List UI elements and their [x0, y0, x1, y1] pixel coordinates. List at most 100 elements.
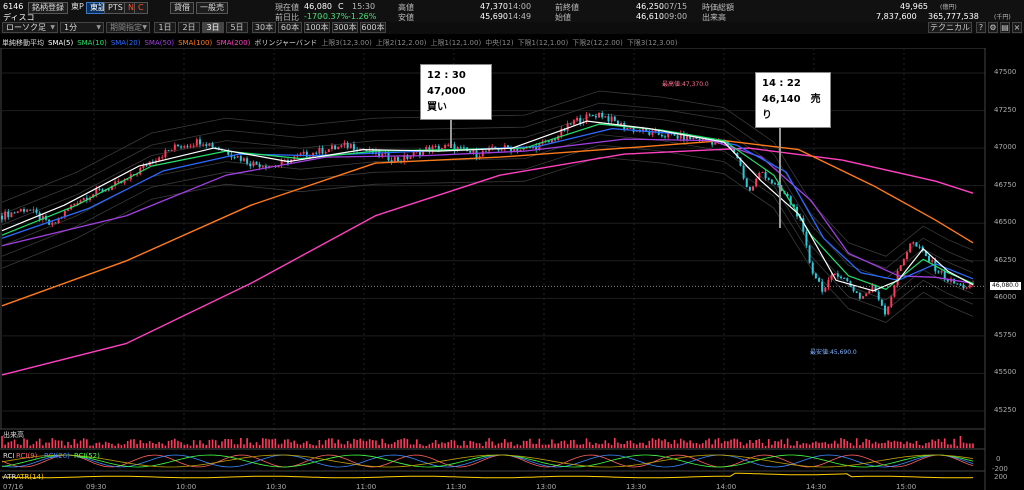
volume-bar: [950, 444, 952, 448]
candle-body: [327, 149, 330, 153]
y-tick-label: 46000: [994, 293, 1017, 302]
technical-button[interactable]: テクニカル: [928, 22, 972, 33]
candle-body: [409, 156, 412, 159]
range-300bars[interactable]: 300本: [332, 22, 358, 33]
volume-bar: [874, 441, 877, 448]
volume-bar: [849, 442, 852, 448]
volume-bar: [145, 443, 148, 448]
volume-bar: [626, 440, 629, 448]
volume-bar: [510, 441, 512, 448]
volume-bar: [887, 440, 889, 448]
price-chart[interactable]: [0, 48, 1024, 490]
volume-bar: [67, 441, 69, 448]
change-percent-2: -1.26%: [348, 12, 377, 21]
candle-body: [205, 144, 208, 146]
legend-item-12: 下限1(12,1.00): [517, 39, 569, 47]
atr-line: [1, 472, 974, 479]
print-icon[interactable]: ▤: [1000, 22, 1010, 33]
range-2day[interactable]: 2日: [178, 22, 200, 33]
volume-bar: [233, 444, 236, 448]
close-icon[interactable]: ×: [1012, 22, 1022, 33]
volume-bar: [38, 438, 41, 448]
help-icon[interactable]: ?: [976, 22, 986, 33]
volume-bar: [494, 445, 497, 448]
volume-bar: [92, 445, 94, 448]
legend-item-10: 上限1(12,1.00): [430, 39, 482, 47]
volume-bar: [227, 439, 230, 448]
volume-bar: [802, 442, 805, 448]
candle-body: [198, 139, 201, 145]
candle-body: [968, 284, 971, 288]
range-60bars[interactable]: 60本: [278, 22, 302, 33]
volume-bar: [859, 444, 861, 448]
candle-body: [255, 161, 258, 165]
volume-bar: [224, 438, 226, 448]
candle-body: [915, 242, 918, 247]
volume-bar: [268, 439, 270, 448]
volume-bar: [16, 444, 19, 448]
volume-bar: [884, 442, 886, 448]
volume-bar: [155, 443, 157, 448]
candle-body: [959, 284, 962, 286]
exchange-c-button[interactable]: C: [134, 2, 148, 14]
volume-bar: [673, 439, 676, 448]
volume-bar: [456, 445, 459, 448]
range-1day[interactable]: 1日: [154, 22, 176, 33]
volume-bar: [221, 441, 223, 448]
volume-bar: [846, 441, 849, 448]
volume-bar: [161, 443, 164, 448]
volume-bar: [956, 445, 959, 448]
range-100bars[interactable]: 100本: [304, 22, 330, 33]
volume-bar: [337, 439, 340, 448]
range-30bars[interactable]: 30本: [252, 22, 276, 33]
legend-item-13: 下限2(12,2.00): [572, 39, 623, 47]
settings-icon[interactable]: ⚙: [988, 22, 998, 33]
market-cap-unit: (億円): [940, 4, 957, 11]
volume-bar: [472, 441, 475, 448]
volume-bar: [516, 444, 519, 448]
candle-body: [748, 187, 751, 191]
volume-bar: [450, 439, 453, 448]
y-tick-label: 46500: [994, 218, 1017, 227]
interval-select[interactable]: 1分: [60, 22, 104, 33]
candle-body: [252, 161, 255, 167]
volume-bar: [679, 438, 682, 448]
volume-bar: [538, 438, 541, 448]
candle-body: [73, 203, 76, 206]
volume-bar: [114, 445, 116, 448]
volume-bar: [133, 439, 135, 448]
volume-bar: [705, 440, 707, 448]
candle-body: [500, 149, 503, 151]
volume-bar: [711, 444, 713, 448]
volume-bar: [557, 443, 560, 448]
margin-type-badge: 貸借: [170, 2, 194, 14]
candle-body: [170, 149, 173, 151]
period-select[interactable]: 期間指定: [106, 22, 150, 33]
volume-bar: [164, 445, 167, 448]
watchlist-add-button[interactable]: 銘柄登録: [28, 2, 68, 14]
volume-bar: [136, 443, 138, 448]
volume-bar: [591, 444, 594, 448]
volume-bar: [843, 439, 845, 448]
volume-bar: [199, 440, 201, 448]
volume-bar: [783, 444, 786, 448]
range-3day[interactable]: 3日: [202, 22, 224, 33]
range-600bars[interactable]: 600本: [360, 22, 386, 33]
candle-body: [334, 145, 337, 150]
atr-14-label: ATR(14): [16, 473, 44, 481]
buy-annotation-time: 12 : 30: [427, 70, 466, 81]
range-5day[interactable]: 5日: [226, 22, 248, 33]
volume-bar: [962, 442, 965, 448]
sma5-line: [1, 120, 974, 292]
chart-type-select[interactable]: ローソク足: [2, 22, 58, 33]
candle-body: [337, 146, 340, 150]
volume-bar: [334, 443, 336, 448]
volume-bar: [664, 439, 666, 448]
volume-bar: [566, 444, 569, 448]
volume-bar: [871, 443, 874, 448]
candle-body: [956, 283, 959, 285]
volume-bar: [629, 440, 632, 448]
candle-body: [343, 142, 346, 146]
volume-bar: [554, 443, 556, 448]
volume-bar: [667, 442, 669, 448]
